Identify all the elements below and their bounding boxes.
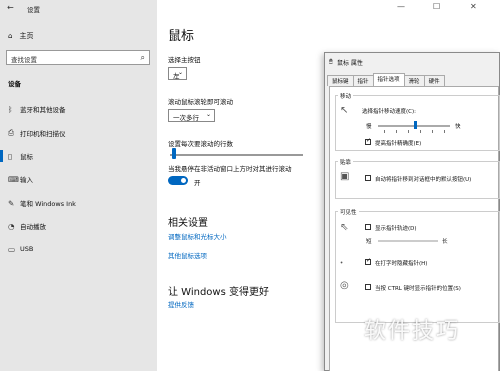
inactive-scroll-toggle[interactable] — [168, 176, 188, 185]
sidebar-item-typing[interactable]: ⌨ 输入 — [0, 170, 157, 188]
trails-label: 显示指针轨迹(D) — [375, 226, 417, 232]
autoplay-icon: ◔ — [8, 221, 15, 231]
close-icon[interactable]: ✕ — [470, 2, 477, 11]
back-arrow-icon[interactable]: ← — [7, 3, 14, 12]
show-location-icon: ◎ — [340, 280, 349, 291]
pointer-speed-label: 选择指针移动速度(C): — [362, 109, 416, 115]
pen-icon: ✎ — [8, 198, 15, 208]
sidebar-section-title: 设备 — [8, 80, 21, 88]
snap-to-icon: ▣ — [340, 171, 350, 182]
snap-checkbox[interactable] — [365, 175, 371, 181]
dialog-title: 鼠标 属性 — [337, 60, 363, 67]
primary-button-select[interactable]: 左 ⌄ — [168, 67, 187, 80]
settings-sidebar: ← 设置 ⌂ 主页 查找设置 ⌕ 设备 ᛒ 蓝牙和其他设备 ⎙ 打印机和扫描仪 … — [0, 0, 157, 371]
sidebar-item-home[interactable]: ⌂ 主页 — [8, 31, 33, 41]
slider-tick — [384, 130, 385, 133]
hide-pointer-checkbox[interactable] — [365, 257, 371, 265]
ctrl-location-checkbox[interactable] — [365, 284, 371, 290]
hide-pointer-icon: ꞏ — [340, 258, 344, 269]
slider-tick — [396, 130, 397, 133]
sidebar-item-label: 输入 — [20, 176, 33, 184]
page-title: 鼠标 — [168, 29, 195, 44]
sidebar-item-label: 打印机和扫描仪 — [20, 130, 66, 138]
sidebar-item-usb[interactable]: ▭ USB — [0, 240, 157, 258]
mouse-icon: ▯ — [8, 151, 13, 161]
primary-button-label: 选择主按钮 — [168, 56, 201, 64]
hide-pointer-label: 在打字时隐藏指针(H) — [375, 261, 428, 267]
slider-tick — [408, 130, 409, 133]
snap-label: 自动将指针移到对话框中的默认按钮(U) — [375, 177, 472, 183]
slider-tick — [432, 130, 433, 133]
window-title: 设置 — [27, 6, 40, 14]
inactive-scroll-label: 当我悬停在非活动窗口上方时对其进行滚动 — [168, 165, 292, 173]
tab-pointer-options[interactable]: 指针选项 — [372, 73, 405, 86]
slider-tick — [444, 130, 445, 133]
precision-label: 提高指针精确度(E) — [375, 141, 422, 147]
printer-icon: ⎙ — [8, 128, 14, 137]
tab-hardware[interactable]: 硬件 — [423, 75, 445, 86]
additional-mouse-options-link[interactable]: 其他鼠标选项 — [168, 250, 207, 260]
search-input[interactable]: 查找设置 ⌕ — [6, 50, 150, 65]
maximize-icon[interactable]: ☐ — [433, 2, 440, 11]
sidebar-item-pen[interactable]: ✎ 笔和 Windows Ink — [0, 194, 157, 212]
motion-group-title: 移动 — [338, 92, 354, 100]
sidebar-item-label: USB — [20, 245, 34, 253]
visibility-group-title: 可见性 — [338, 208, 359, 216]
chevron-down-icon: ⌄ — [205, 111, 211, 118]
lines-slider-track[interactable] — [170, 154, 303, 156]
scroll-label: 滚动鼠标滚轮即可滚动 — [168, 98, 233, 106]
sidebar-item-label: 主页 — [19, 32, 34, 40]
fast-label: 快 — [455, 124, 461, 130]
home-icon: ⌂ — [8, 32, 13, 40]
scroll-select[interactable]: 一次多行 ⌄ — [168, 109, 215, 122]
cursor-size-link[interactable]: 调整鼠标和光标大小 — [168, 231, 227, 241]
chevron-down-icon: ⌄ — [177, 69, 183, 76]
slow-label: 慢 — [366, 124, 372, 130]
trails-checkbox[interactable] — [365, 224, 371, 230]
sidebar-item-mouse[interactable]: ▯ 鼠标 — [0, 147, 157, 165]
pointer-trails-icon: ⇖ — [340, 222, 349, 233]
bluetooth-icon: ᛒ — [8, 104, 13, 114]
mouse-icon: 🖱 — [329, 58, 333, 65]
lines-slider-thumb[interactable] — [172, 148, 176, 159]
usb-icon: ▭ — [8, 244, 16, 254]
precision-checkbox[interactable] — [365, 137, 371, 145]
minimize-icon[interactable]: — — [397, 2, 405, 11]
sidebar-item-bluetooth[interactable]: ᛒ 蓝牙和其他设备 — [0, 100, 157, 118]
improve-windows-title: 让 Windows 变得更好 — [168, 287, 269, 298]
tab-buttons[interactable]: 鼠标键 — [327, 75, 354, 86]
ctrl-location-label: 当按 CTRL 键时显示指针的位置(S) — [375, 286, 461, 292]
search-placeholder: 查找设置 — [11, 56, 37, 64]
dialog-tabs: 鼠标键 指针 指针选项 滑轮 硬件 — [327, 73, 445, 86]
pointer-speed-thumb[interactable] — [414, 121, 417, 129]
short-label: 短 — [366, 239, 372, 245]
scroll-value: 一次多行 — [173, 114, 199, 122]
sidebar-item-label: 笔和 Windows Ink — [20, 200, 76, 208]
tab-pointers[interactable]: 指针 — [352, 75, 374, 86]
keyboard-icon: ⌨ — [8, 174, 19, 184]
lines-label: 设置每次要滚动的行数 — [168, 140, 233, 148]
sidebar-item-printers[interactable]: ⎙ 打印机和扫描仪 — [0, 124, 157, 142]
tab-wheel[interactable]: 滑轮 — [403, 75, 425, 86]
trails-track[interactable] — [378, 240, 438, 242]
search-icon: ⌕ — [140, 53, 145, 62]
slider-tick — [420, 130, 421, 133]
sidebar-item-autoplay[interactable]: ◔ 自动播放 — [0, 217, 157, 235]
related-settings-title: 相关设置 — [168, 218, 208, 229]
toggle-state: 开 — [194, 179, 201, 187]
watermark: 软件技巧 — [364, 319, 461, 344]
feedback-link[interactable]: 提供反馈 — [168, 299, 194, 309]
sidebar-item-label: 蓝牙和其他设备 — [20, 106, 66, 114]
snap-group-title: 贴靠 — [338, 158, 354, 166]
sidebar-item-label: 自动播放 — [20, 223, 46, 231]
visibility-group — [335, 211, 500, 323]
pointer-speed-icon: ↖ — [340, 105, 349, 116]
sidebar-item-label: 鼠标 — [20, 153, 33, 161]
long-label: 长 — [442, 239, 448, 245]
